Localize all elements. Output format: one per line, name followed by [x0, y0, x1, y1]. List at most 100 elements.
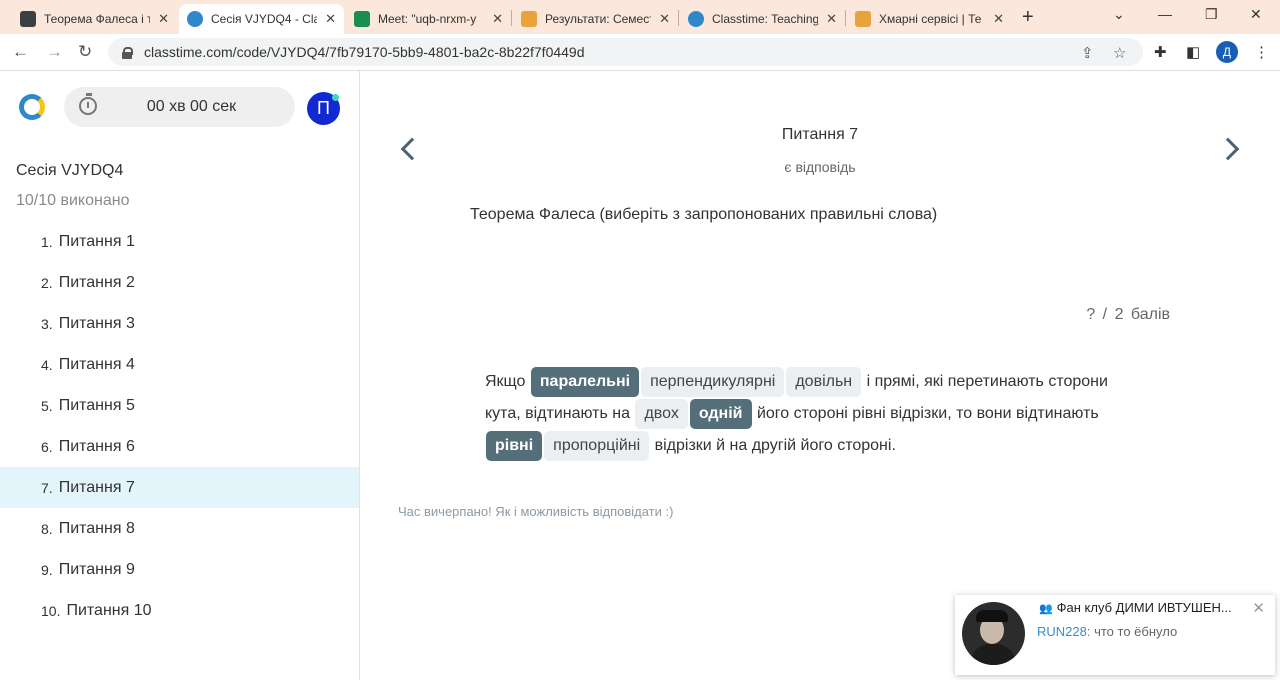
sidebar-item-question-6[interactable]: 6. Питання 6	[0, 426, 359, 467]
address-bar[interactable]: classtime.com/code/VJYDQ4/7fb79170-5bb9-…	[108, 38, 1143, 66]
question-number: 1.	[41, 233, 53, 250]
question-label: Питання 2	[58, 273, 135, 291]
sidebar-item-question-2[interactable]: 2. Питання 2	[0, 262, 359, 303]
notification-title-text: Фан клуб ДИМИ ИВТУШЕН...	[1056, 600, 1232, 615]
question-title: Питання 7	[781, 126, 859, 143]
sidebar-item-question-10[interactable]: 10. Питання 10	[0, 590, 359, 631]
classtime-logo-icon[interactable]	[19, 94, 45, 120]
close-icon[interactable]: ✕	[993, 11, 1004, 27]
avatar-initial: П	[317, 98, 330, 118]
tab-title: Хмарні сервісі | Те	[879, 12, 982, 26]
question-text: Теорема Фалеса (виберіть з запропоновани…	[470, 206, 938, 223]
share-icon[interactable]: ⇪	[1081, 44, 1094, 62]
browser-tab[interactable]: Classtime: Teaching ✕	[680, 4, 845, 34]
reload-icon[interactable]: ↻	[78, 42, 92, 62]
sidebar-item-question-7[interactable]: 7. Питання 7	[0, 467, 359, 508]
word-chip[interactable]: пропорційні	[544, 430, 650, 461]
menu-icon[interactable]: ⋮	[1254, 43, 1269, 61]
online-status-dot	[332, 94, 339, 101]
word-chip-selected[interactable]: одній	[689, 398, 752, 429]
progress-text: 10/10 виконано	[16, 192, 130, 209]
notification-author: RUN228:	[1037, 624, 1091, 639]
forward-icon[interactable]: →	[46, 42, 63, 62]
minimize-icon[interactable]: —	[1158, 6, 1172, 22]
profile-avatar[interactable]: Д	[1216, 41, 1238, 63]
close-icon[interactable]: ✕	[158, 11, 169, 27]
browser-tab[interactable]: Результати: Семест ✕	[513, 4, 678, 34]
close-icon[interactable]: ✕	[325, 11, 336, 27]
close-icon[interactable]: ✕	[1252, 599, 1265, 617]
browser-tab[interactable]: Хмарні сервісі | Те ✕	[847, 4, 1012, 34]
url-text: classtime.com/code/VJYDQ4/7fb79170-5bb9-…	[144, 44, 585, 60]
timeout-message: Час вичерпано! Як і можливість відповіда…	[398, 504, 674, 519]
extensions-icon[interactable]: ✚	[1154, 43, 1167, 61]
chat-notification[interactable]: 👥 Фан клуб ДИМИ ИВТУШЕН... RUN228: что т…	[955, 595, 1275, 675]
question-number: 2.	[41, 274, 53, 291]
main-content: Питання 7 є відповідь Теорема Фалеса (ви…	[360, 71, 1280, 680]
avatar[interactable]: П	[307, 92, 340, 125]
word-chip-selected[interactable]: паралельні	[530, 366, 640, 397]
close-icon[interactable]: ✕	[826, 11, 837, 27]
sidebar-item-question-5[interactable]: 5. Питання 5	[0, 385, 359, 426]
tab-title: Meet: "uqb-nrxm-y	[378, 12, 477, 26]
tab-divider	[845, 10, 846, 26]
answer-text: Якщо	[485, 373, 526, 390]
session-title: Сесія VJYDQ4	[16, 162, 124, 179]
bookmark-star-icon[interactable]: ☆	[1113, 44, 1126, 62]
notification-title: 👥 Фан клуб ДИМИ ИВТУШЕН...	[1039, 600, 1239, 615]
close-icon[interactable]: ✕	[492, 11, 503, 27]
restore-icon[interactable]: ❐	[1205, 6, 1218, 23]
close-icon[interactable]: ✕	[659, 11, 670, 27]
sidebar-item-question-4[interactable]: 4. Питання 4	[0, 344, 359, 385]
tab-title: Теорема Фалеса і т	[44, 12, 151, 26]
group-icon: 👥	[1039, 603, 1053, 615]
question-label: Питання 8	[58, 519, 135, 537]
word-chip-selected[interactable]: рівні	[486, 430, 543, 461]
notification-text: что то ёбнуло	[1094, 624, 1178, 639]
tab-title: Сесія VJYDQ4 - Cla	[211, 12, 318, 26]
sidebar: 00 хв 00 сек П Сесія VJYDQ4 10/10 викона…	[0, 71, 360, 680]
word-chip[interactable]: двох	[635, 398, 688, 429]
question-label: Питання 7	[58, 478, 135, 496]
moodle-icon	[855, 11, 871, 27]
question-number: 7.	[41, 479, 53, 496]
browser-tab[interactable]: Meet: "uqb-nrxm-y ✕	[346, 4, 511, 34]
answer-text: відрізки й на другій його стороні.	[654, 437, 896, 454]
question-number: 10.	[41, 602, 61, 619]
fill-in-answer: Якщо паралельні перпендикулярні довільн і …	[485, 366, 1145, 462]
question-number: 8.	[41, 520, 53, 537]
question-number: 9.	[41, 561, 53, 578]
question-label: Питання 10	[66, 601, 152, 619]
lock-icon	[122, 46, 133, 59]
timer-text: 00 хв 00 сек	[146, 98, 237, 115]
word-chip[interactable]: перпендикулярні	[641, 366, 785, 397]
question-list: 1. Питання 1 2. Питання 2 3. Питання 3 4. Пи…	[0, 221, 359, 631]
question-label: Питання 5	[58, 396, 135, 414]
question-label: Питання 9	[58, 560, 135, 578]
sidebar-item-question-1[interactable]: 1. Питання 1	[0, 221, 359, 262]
close-window-icon[interactable]: ✕	[1250, 6, 1262, 23]
notification-avatar	[962, 602, 1025, 665]
question-label: Питання 6	[58, 437, 135, 455]
sidebar-item-question-9[interactable]: 9. Питання 9	[0, 549, 359, 590]
question-label: Питання 4	[58, 355, 135, 373]
browser-tab-active[interactable]: Сесія VJYDQ4 - Cla ✕	[179, 4, 344, 34]
word-chip[interactable]: довільн	[786, 366, 862, 397]
side-panel-icon[interactable]: ◧	[1186, 43, 1200, 61]
tab-divider	[678, 10, 679, 26]
meet-icon	[354, 11, 370, 27]
sidebar-item-question-3[interactable]: 3. Питання 3	[0, 303, 359, 344]
classtime-icon	[187, 11, 203, 27]
browser-tab-strip: Теорема Фалеса і т ✕ Сесія VJYDQ4 - Cla …	[0, 0, 1280, 34]
browser-tab[interactable]: Теорема Фалеса і т ✕	[12, 4, 177, 34]
answer-status: є відповідь	[784, 159, 856, 175]
new-tab-button[interactable]: +	[1022, 6, 1034, 29]
question-label: Питання 3	[58, 314, 135, 332]
sidebar-item-question-8[interactable]: 8. Питання 8	[0, 508, 359, 549]
notification-message: RUN228: что то ёбнуло	[1037, 624, 1177, 639]
answer-text: його стороні рівні відрізки, то вони від…	[756, 405, 1099, 422]
back-icon[interactable]: ←	[12, 42, 29, 62]
tab-title: Classtime: Teaching	[712, 12, 819, 26]
tab-search-icon[interactable]: ⌄	[1113, 6, 1125, 23]
question-number: 5.	[41, 397, 53, 414]
